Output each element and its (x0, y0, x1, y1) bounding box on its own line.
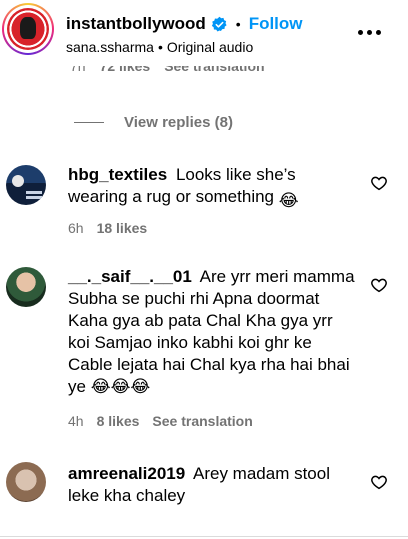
comment-meta: 4h 8 likes See translation (68, 413, 253, 429)
audio-user-link[interactable]: sana.ssharma (66, 39, 154, 55)
previous-comment-meta: 7h 72 likes See translation (70, 66, 265, 80)
comment-body: hbg_textiles Looks like she’s wearing a … (68, 164, 358, 210)
heart-outline-icon[interactable] (370, 276, 388, 294)
account-row: instantbollywood • Follow (66, 13, 303, 35)
post-header: instantbollywood • Follow sana.ssharma •… (0, 0, 408, 70)
commenter-username[interactable]: amreenali2019 (68, 464, 185, 483)
verified-badge-icon (211, 16, 227, 32)
laughing-emoji: 😂 (278, 191, 299, 210)
more-dot (358, 30, 363, 35)
header-text: instantbollywood • Follow sana.ssharma •… (66, 13, 303, 55)
previous-comment-likes[interactable]: 72 likes (100, 66, 151, 74)
see-translation-link[interactable]: See translation (152, 413, 252, 429)
comment-likes[interactable]: 8 likes (97, 413, 140, 429)
more-dot (376, 30, 381, 35)
account-avatar[interactable] (2, 3, 54, 55)
heart-outline-icon[interactable] (370, 473, 388, 491)
comment-time: 4h (68, 413, 84, 429)
view-replies-label: View replies (8) (124, 114, 233, 131)
commenter-username[interactable]: __._saif__.__01 (68, 267, 192, 286)
bottom-divider (0, 536, 408, 537)
commenter-avatar[interactable] (6, 165, 46, 205)
more-dot (367, 30, 372, 35)
comment-meta: 6h 18 likes (68, 220, 147, 236)
commenter-username[interactable]: hbg_textiles (68, 165, 167, 184)
account-name-link[interactable]: instantbollywood (66, 14, 206, 34)
header-separator: • (235, 16, 241, 32)
comment-body: amreenali2019 Arey madam stool leke kha … (68, 463, 358, 507)
heart-outline-icon[interactable] (370, 174, 388, 192)
follow-button[interactable]: Follow (249, 14, 303, 34)
previous-comment-time: 7h (70, 66, 86, 74)
audio-row: sana.ssharma • Original audio (66, 39, 303, 55)
laughing-emojis: 😂😂😂 (90, 377, 151, 396)
more-options-icon[interactable] (358, 30, 382, 36)
commenter-avatar[interactable] (6, 462, 46, 502)
audio-separator: • (157, 39, 163, 55)
comment-body: __._saif__.__01 Are yrr meri mamma Subha… (68, 266, 358, 398)
comment-likes[interactable]: 18 likes (97, 220, 148, 236)
original-audio-link[interactable]: Original audio (167, 39, 253, 55)
previous-comment-translate[interactable]: See translation (164, 66, 264, 74)
instantbollywood-logo (7, 8, 49, 50)
view-replies-button[interactable]: View replies (8) (74, 114, 233, 131)
commenter-avatar[interactable] (6, 267, 46, 307)
avatar-inner (4, 5, 52, 53)
comment-time: 6h (68, 220, 84, 236)
replies-divider-line (74, 122, 104, 123)
